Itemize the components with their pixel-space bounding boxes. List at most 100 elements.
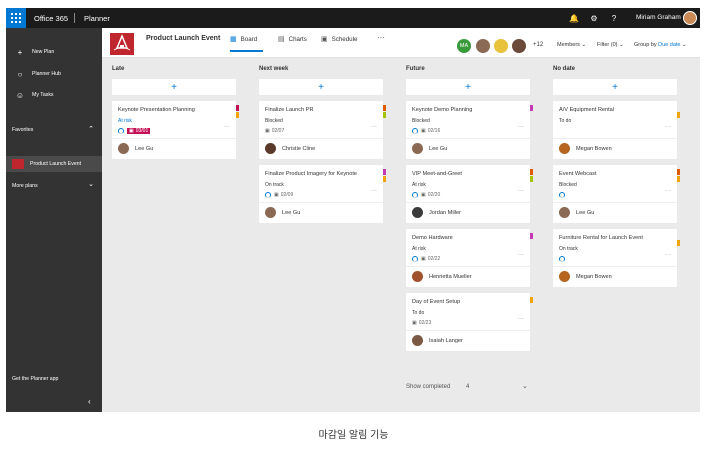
more-options-icon[interactable]: ··· xyxy=(377,33,385,42)
chevron-down-icon[interactable]: ⌄ xyxy=(88,180,94,188)
more-options-icon[interactable]: ··· xyxy=(371,188,377,194)
member-avatar[interactable] xyxy=(494,39,508,53)
tab-board[interactable]: ▦ Board xyxy=(230,35,257,44)
show-completed-toggle[interactable]: Show completed xyxy=(406,384,450,390)
brand-name[interactable]: Office 365 xyxy=(34,14,68,23)
chevron-down-icon[interactable]: ⌄ xyxy=(522,382,528,390)
add-task-button[interactable]: + xyxy=(112,79,236,95)
app-name[interactable]: Planner xyxy=(84,14,110,23)
task-card[interactable]: Demo Hardware At risk ▣ 02/22 ··· Henriet… xyxy=(406,229,533,287)
due-date: 02/23 xyxy=(418,320,432,326)
filter-dropdown[interactable]: Filter (0) ⌄ xyxy=(597,42,624,48)
task-title: Finalize Launch PR xyxy=(265,107,314,113)
task-card[interactable]: Keynote Presentation Planning At risk ▣ 0… xyxy=(112,101,239,159)
task-status: On track xyxy=(265,182,284,188)
task-status: At risk xyxy=(412,182,426,188)
task-card[interactable]: Finalize Product Imagery for Keynote On … xyxy=(259,165,386,223)
task-card[interactable]: Event Webcast Blocked ··· Lee Gu xyxy=(553,165,680,223)
task-meta: ▣ 03/01 xyxy=(118,128,151,134)
task-title: Finalize Product Imagery for Keynote xyxy=(265,171,358,177)
task-card[interactable]: A/V Equipment Rental To do ··· Megan Bow… xyxy=(553,101,680,159)
label-tag xyxy=(383,112,386,118)
assignee-name: Lee Gu xyxy=(282,209,301,216)
top-bar: Office 365 Planner 🔔 ⚙ ? Miriam Graham xyxy=(6,8,700,28)
group-label: Group by xyxy=(634,42,657,48)
assignee-name: Lee Gu xyxy=(429,145,448,152)
group-value: Due date xyxy=(658,42,681,48)
task-assignee: Megan Bowen xyxy=(559,271,612,282)
add-task-button[interactable]: + xyxy=(259,79,383,95)
more-options-icon[interactable]: ··· xyxy=(518,124,524,130)
more-options-icon[interactable]: ··· xyxy=(518,188,524,194)
task-card[interactable]: Day of Event Setup To do ▣ 02/23 ··· Isai… xyxy=(406,293,533,351)
task-assignee: Lee Gu xyxy=(265,207,300,218)
task-title: Demo Hardware xyxy=(412,235,453,241)
assignee-name: Jordan Miller xyxy=(429,209,462,216)
member-avatar[interactable] xyxy=(476,39,490,53)
task-card[interactable]: Finalize Launch PR Blocked ▣ 02/07 ··· Ch… xyxy=(259,101,386,159)
members-dropdown[interactable]: Members ⌄ xyxy=(557,42,586,48)
due-date-badge: ▣ 02/09 xyxy=(274,192,294,198)
more-options-icon[interactable]: ··· xyxy=(665,124,671,130)
divider xyxy=(74,13,75,23)
avatar xyxy=(412,207,423,218)
member-avatar[interactable]: MA xyxy=(457,39,471,53)
more-options-icon[interactable]: ··· xyxy=(371,124,377,130)
planner-window: Office 365 Planner 🔔 ⚙ ? Miriam Graham +… xyxy=(6,8,700,412)
chevron-left-icon[interactable]: ‹ xyxy=(88,397,91,406)
divider xyxy=(259,138,383,139)
task-status: Blocked xyxy=(265,118,283,124)
chevron-up-icon[interactable]: ⌃ xyxy=(88,125,94,133)
add-task-button[interactable]: + xyxy=(553,79,677,95)
planner-hub-link[interactable]: ○ Planner Hub xyxy=(6,66,102,82)
task-assignee: Henrietta Mueller xyxy=(412,271,472,282)
progress-icon xyxy=(412,128,418,134)
more-options-icon[interactable]: ··· xyxy=(665,252,671,258)
waffle-icon[interactable] xyxy=(6,8,26,28)
favorite-plan-item[interactable]: Product Launch Event xyxy=(6,156,102,172)
assignee-name: Christie Cline xyxy=(282,145,316,152)
group-by-dropdown[interactable]: Group by Due date ⌄ xyxy=(634,42,687,48)
add-task-button[interactable]: + xyxy=(406,79,530,95)
due-date-badge: ▣ 03/01 xyxy=(127,128,151,134)
progress-icon xyxy=(118,128,124,134)
new-plan-button[interactable]: + New Plan xyxy=(6,44,102,60)
my-tasks-link[interactable]: ☺ My Tasks xyxy=(6,87,102,103)
label-tag xyxy=(383,105,386,111)
task-card[interactable]: Furniture Rental for Launch Event On tra… xyxy=(553,229,680,287)
label-tag xyxy=(236,105,239,111)
task-card[interactable]: VIP Meet-and-Greet At risk ▣ 02/20 ··· Jo… xyxy=(406,165,533,223)
user-name[interactable]: Miriam Graham xyxy=(636,14,681,21)
task-status: At risk xyxy=(118,118,132,124)
more-options-icon[interactable]: ··· xyxy=(518,316,524,322)
bell-icon[interactable]: 🔔 xyxy=(568,12,580,24)
due-date-badge: ▣ 02/22 xyxy=(421,256,441,262)
user-avatar[interactable] xyxy=(683,11,697,25)
label-tag xyxy=(530,169,533,175)
members-label: Members xyxy=(557,42,580,48)
more-options-icon[interactable]: ··· xyxy=(665,188,671,194)
label-tag xyxy=(530,297,533,303)
more-plans-header[interactable]: More plans xyxy=(12,183,38,189)
assignee-name: Lee Gu xyxy=(576,209,595,216)
gear-icon[interactable]: ⚙ xyxy=(588,12,600,24)
get-app-link[interactable]: Get the Planner app xyxy=(12,376,58,382)
divider xyxy=(406,138,530,139)
task-meta: ▣ 02/16 xyxy=(412,128,440,134)
avatar xyxy=(265,143,276,154)
task-status: Blocked xyxy=(412,118,430,124)
tab-schedule[interactable]: ▣ Schedule xyxy=(321,35,357,44)
more-options-icon[interactable]: ··· xyxy=(518,252,524,258)
task-assignee: Isaiah Langer xyxy=(412,335,463,346)
divider xyxy=(406,330,530,331)
task-assignee: Megan Bowen xyxy=(559,143,612,154)
members-extra-count[interactable]: +12 xyxy=(533,42,543,48)
tab-charts[interactable]: ▤ Charts xyxy=(278,35,307,44)
circle-icon: ○ xyxy=(17,69,23,79)
task-card[interactable]: Keynote Demo Planning Blocked ▣ 02/16 ···… xyxy=(406,101,533,159)
more-options-icon[interactable]: ··· xyxy=(224,124,230,130)
member-avatar[interactable] xyxy=(512,39,526,53)
progress-icon xyxy=(265,192,271,198)
due-date: 02/07 xyxy=(271,128,285,134)
help-icon[interactable]: ? xyxy=(608,12,620,24)
